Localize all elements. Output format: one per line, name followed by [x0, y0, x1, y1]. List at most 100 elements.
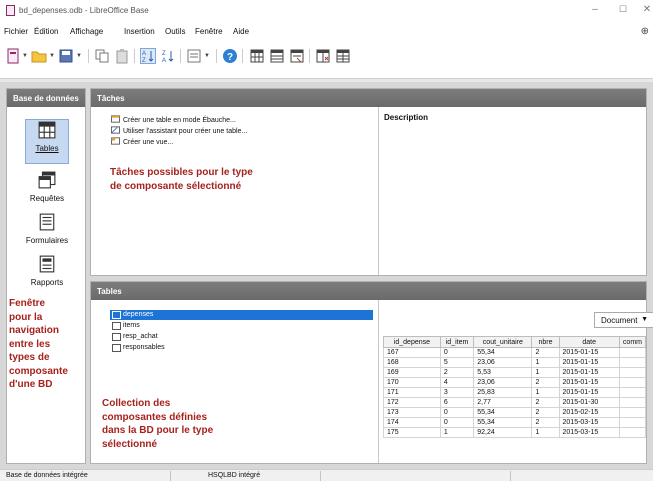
table-item-items[interactable]: items — [110, 321, 373, 331]
table-item-responsables[interactable]: responsables — [110, 343, 373, 353]
grid-cell[interactable]: 173 — [383, 407, 441, 418]
table-item-depenses[interactable]: depenses — [110, 310, 373, 320]
grid-cell[interactable] — [618, 397, 647, 408]
help-icon[interactable]: ? — [222, 48, 238, 64]
table-item-resp-achat[interactable]: resp_achat — [110, 332, 373, 342]
minimize-button[interactable]: – — [588, 4, 602, 15]
table-row[interactable]: 173 0 55,34 2 2015-02-15 — [383, 407, 647, 418]
grid-cell[interactable]: 1 — [439, 427, 475, 438]
grid-cell[interactable] — [618, 417, 647, 428]
grid-cell[interactable]: 3 — [439, 387, 475, 398]
grid-cell[interactable]: 2015-01-15 — [558, 357, 620, 368]
save-icon[interactable] — [58, 48, 74, 64]
task-create-table-design[interactable]: Créer une table en mode Ébauche... — [111, 115, 236, 125]
nav-item-rapports[interactable]: Rapports — [7, 255, 87, 287]
grid-cell[interactable]: 0 — [439, 407, 475, 418]
paste-icon[interactable] — [114, 48, 130, 64]
grid-cell[interactable]: 2 — [531, 347, 560, 358]
menu-outils[interactable]: Outils — [165, 27, 185, 36]
grid-cell[interactable]: 55,34 — [473, 417, 533, 428]
close-button[interactable]: ✕ — [640, 4, 653, 15]
column-header[interactable]: date — [558, 336, 620, 348]
grid-cell[interactable] — [618, 427, 647, 438]
grid-cell[interactable]: 1 — [531, 387, 560, 398]
grid-cell[interactable]: 4 — [439, 377, 475, 388]
menu-insertion[interactable]: Insertion — [124, 27, 155, 36]
table-row[interactable]: 174 0 55,34 2 2015-03-15 — [383, 417, 647, 428]
open-dropdown-icon[interactable]: ▼ — [49, 53, 55, 59]
table-row[interactable]: 167 0 55,34 2 2015-01-15 — [383, 347, 647, 358]
table-icon[interactable] — [249, 48, 265, 64]
grid-cell[interactable]: 2015-03-15 — [558, 427, 620, 438]
grid-cell[interactable] — [618, 407, 647, 418]
task-table-wizard[interactable]: Utiliser l'assistant pour créer une tabl… — [111, 126, 247, 136]
query-icon[interactable] — [269, 48, 285, 64]
grid-cell[interactable]: 2015-01-15 — [558, 377, 620, 388]
grid-cell[interactable]: 2015-02-15 — [558, 407, 620, 418]
grid-cell[interactable]: 2015-01-15 — [558, 367, 620, 378]
grid-cell[interactable]: 168 — [383, 357, 441, 368]
form-design-icon[interactable] — [289, 48, 305, 64]
grid-cell[interactable]: 1 — [531, 367, 560, 378]
grid-cell[interactable]: 2 — [531, 417, 560, 428]
grid-cell[interactable]: 55,34 — [473, 347, 533, 358]
grid-cell[interactable]: 1 — [531, 427, 560, 438]
column-header[interactable]: id_depense — [383, 336, 441, 348]
grid-cell[interactable]: 55,34 — [473, 407, 533, 418]
table-row[interactable]: 171 3 25,83 1 2015-01-15 — [383, 387, 647, 398]
grid-cell[interactable]: 2 — [531, 407, 560, 418]
grid-cell[interactable]: 1 — [531, 357, 560, 368]
column-header[interactable]: cout_unitaire — [473, 336, 533, 348]
grid-cell[interactable]: 2 — [439, 367, 475, 378]
grid-cell[interactable]: 171 — [383, 387, 441, 398]
grid-cell[interactable]: 174 — [383, 417, 441, 428]
save-dropdown-icon[interactable]: ▼ — [76, 53, 82, 59]
table-row[interactable]: 172 6 2,77 2 2015-01-30 — [383, 397, 647, 408]
grid-cell[interactable]: 6 — [439, 397, 475, 408]
grid-cell[interactable] — [618, 387, 647, 398]
grid-cell[interactable]: 5,53 — [473, 367, 533, 378]
grid-cell[interactable]: 0 — [439, 347, 475, 358]
column-header[interactable]: id_item — [439, 336, 475, 348]
nav-item-requetes[interactable]: Requêtes — [7, 171, 87, 203]
sort-descending-icon[interactable]: ZA — [160, 48, 176, 64]
grid-cell[interactable]: 0 — [439, 417, 475, 428]
grid-cell[interactable]: 2015-01-15 — [558, 347, 620, 358]
grid-cell[interactable]: 2015-01-15 — [558, 387, 620, 398]
menu-edition[interactable]: Édition — [34, 27, 58, 36]
menu-affichage[interactable]: Affichage — [70, 27, 103, 36]
form-icon[interactable] — [186, 48, 202, 64]
report-icon[interactable] — [315, 48, 331, 64]
grid-cell[interactable]: 2 — [531, 377, 560, 388]
nav-item-formulaires[interactable]: Formulaires — [7, 213, 87, 245]
open-icon[interactable] — [31, 48, 47, 64]
grid-cell[interactable] — [618, 357, 647, 368]
sort-ascending-icon[interactable]: AZ — [140, 48, 156, 64]
grid-cell[interactable]: 5 — [439, 357, 475, 368]
grid-cell[interactable]: 175 — [383, 427, 441, 438]
form-dropdown-icon[interactable]: ▼ — [204, 53, 210, 59]
grid-cell[interactable] — [618, 377, 647, 388]
menu-fenetre[interactable]: Fenêtre — [195, 27, 223, 36]
new-database-icon[interactable] — [5, 48, 21, 64]
table-row[interactable]: 170 4 23,06 2 2015-01-15 — [383, 377, 647, 388]
table-row[interactable]: 168 5 23,06 1 2015-01-15 — [383, 357, 647, 368]
grid-cell[interactable]: 167 — [383, 347, 441, 358]
help-globe-icon[interactable]: ⊕ — [641, 26, 649, 37]
grid-cell[interactable]: 169 — [383, 367, 441, 378]
grid-cell[interactable]: 2 — [531, 397, 560, 408]
menu-fichier[interactable]: Fichier — [4, 27, 28, 36]
grid-cell[interactable]: 25,83 — [473, 387, 533, 398]
grid-cell[interactable]: 2015-01-30 — [558, 397, 620, 408]
new-dropdown-icon[interactable]: ▼ — [22, 53, 28, 59]
grid-cell[interactable]: 2015-03-15 — [558, 417, 620, 428]
grid-cell[interactable] — [618, 347, 647, 358]
grid-cell[interactable]: 92,24 — [473, 427, 533, 438]
table-row[interactable]: 175 1 92,24 1 2015-03-15 — [383, 427, 647, 438]
grid-cell[interactable]: 170 — [383, 377, 441, 388]
preview-mode-select[interactable]: Document ▼ — [594, 312, 653, 328]
copy-icon[interactable] — [94, 48, 110, 64]
column-header[interactable]: comm — [618, 336, 647, 348]
grid-cell[interactable]: 23,06 — [473, 357, 533, 368]
column-header[interactable]: nbre — [531, 336, 560, 348]
